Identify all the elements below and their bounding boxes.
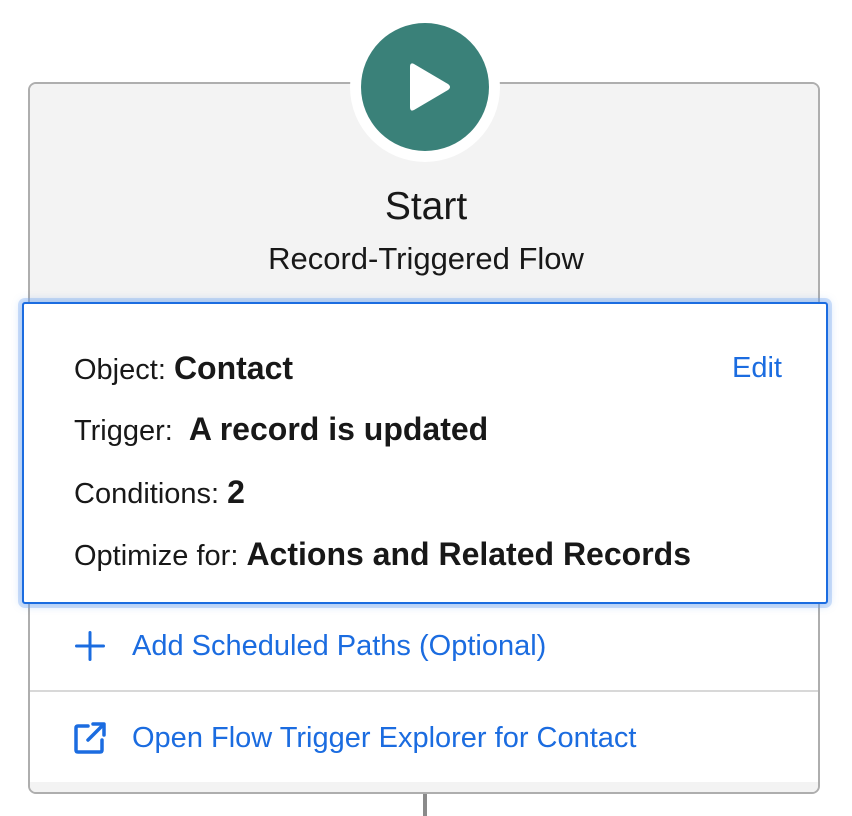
start-card-footer bbox=[30, 782, 818, 792]
object-label: Object: bbox=[74, 354, 166, 386]
flow-type-subtitle: Record-Triggered Flow bbox=[268, 241, 584, 276]
add-scheduled-paths-label: Add Scheduled Paths (Optional) bbox=[132, 630, 547, 662]
play-icon bbox=[410, 63, 450, 111]
conditions-label: Conditions: bbox=[74, 478, 220, 510]
optimize-value: Actions and Related Records bbox=[246, 536, 691, 572]
start-play-button[interactable] bbox=[361, 23, 489, 151]
conditions-value: 2 bbox=[227, 474, 245, 510]
object-row: Object: Contact bbox=[74, 350, 293, 388]
trigger-row: Trigger: A record is updated bbox=[74, 411, 488, 449]
optimize-label: Optimize for: bbox=[74, 540, 239, 572]
edit-link[interactable]: Edit bbox=[732, 350, 782, 386]
new-window-icon bbox=[72, 720, 108, 756]
start-title: Start bbox=[384, 185, 468, 228]
conditions-row: Conditions: 2 bbox=[74, 474, 245, 512]
trigger-label: Trigger: bbox=[74, 415, 173, 447]
trigger-value: A record is updated bbox=[188, 411, 489, 447]
action-divider bbox=[30, 690, 818, 692]
open-trigger-explorer-label: Open Flow Trigger Explorer for Contact bbox=[132, 722, 637, 754]
object-value: Contact bbox=[173, 350, 294, 386]
optimize-row: Optimize for: Actions and Related Record… bbox=[74, 536, 691, 574]
flow-connector-line bbox=[423, 794, 427, 816]
add-scheduled-paths-link[interactable]: Add Scheduled Paths (Optional) bbox=[72, 628, 546, 664]
open-trigger-explorer-link[interactable]: Open Flow Trigger Explorer for Contact bbox=[72, 720, 636, 756]
plus-icon bbox=[72, 628, 108, 664]
trigger-details-panel[interactable]: Object: Contact Edit Trigger: A record i… bbox=[22, 302, 828, 604]
